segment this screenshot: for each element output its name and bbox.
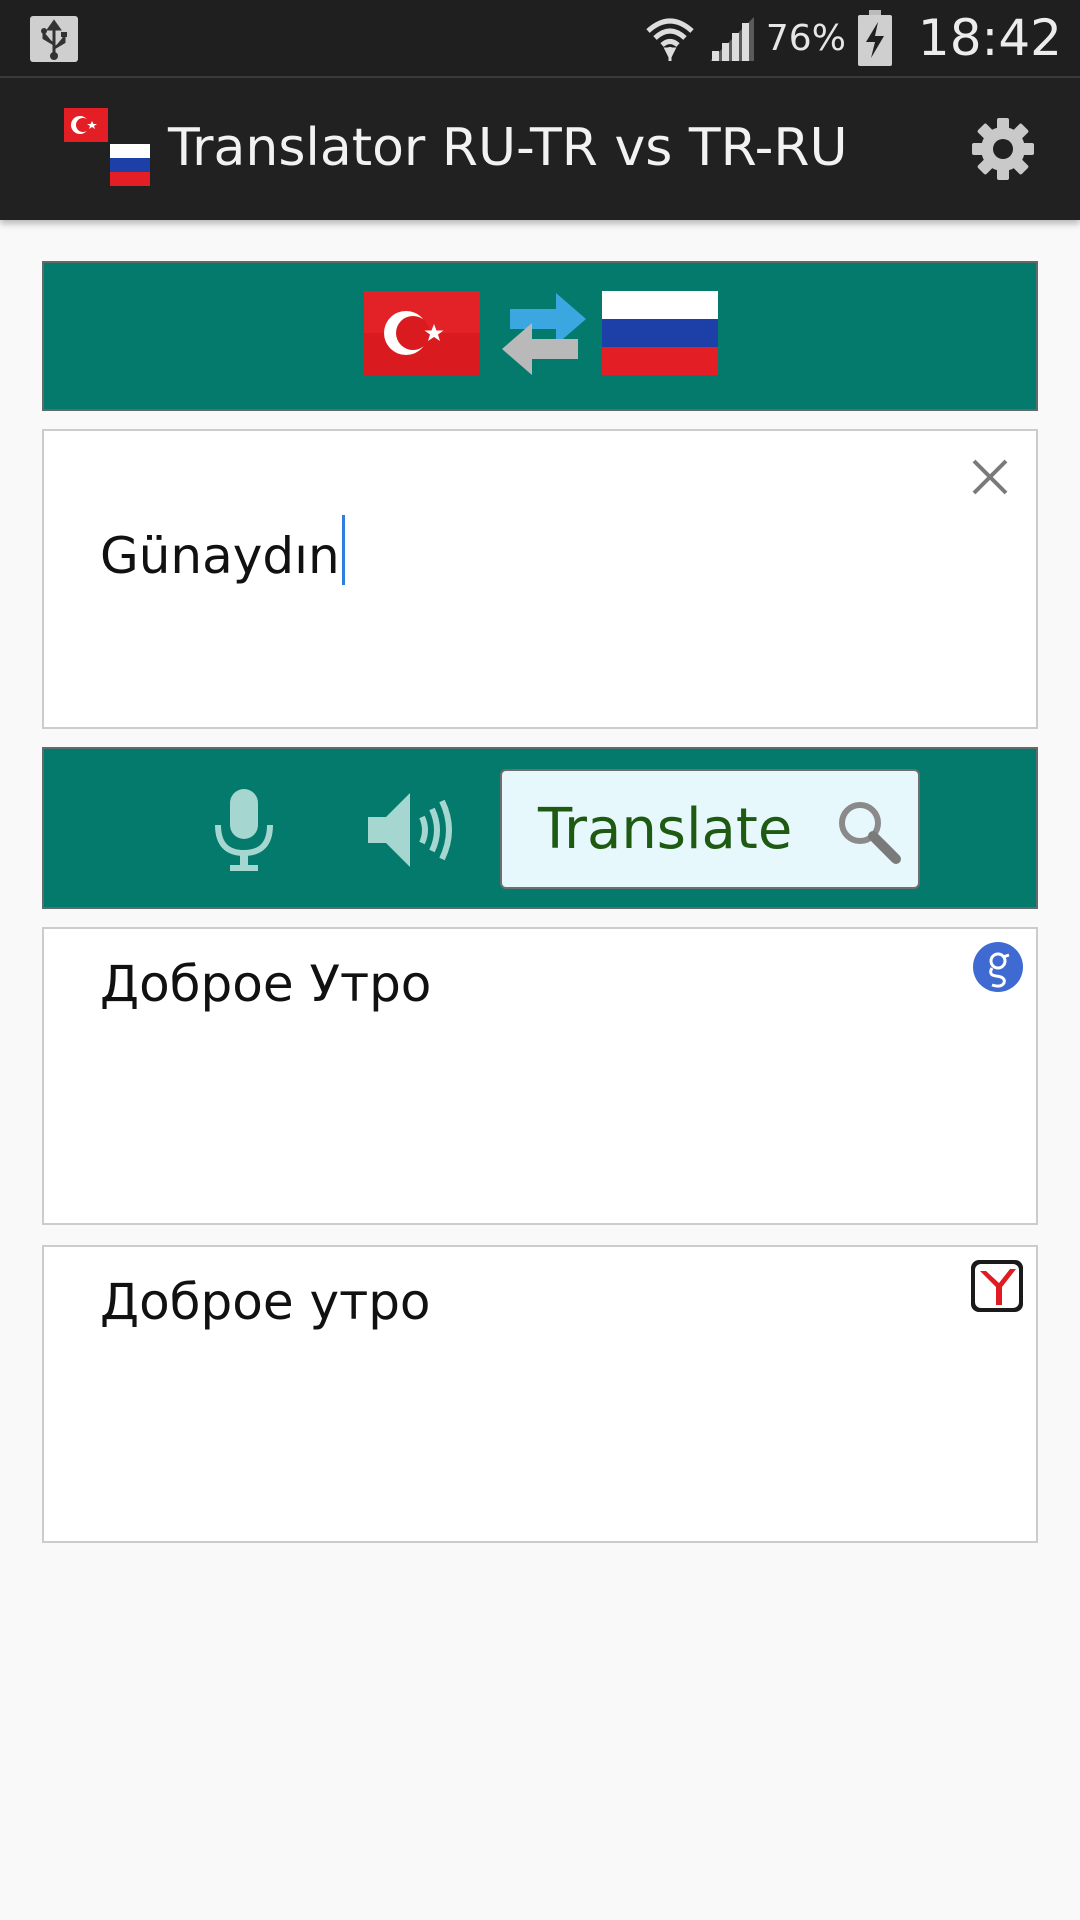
translate-label: Translate <box>538 797 793 862</box>
gear-icon[interactable] <box>970 116 1036 182</box>
close-icon[interactable] <box>966 453 1014 501</box>
yandex-icon[interactable] <box>970 1259 1024 1313</box>
yandex-result-panel: Доброе утро <box>42 1245 1038 1543</box>
usb-icon <box>30 16 78 62</box>
action-toolbar: Translate <box>42 747 1038 909</box>
battery-percent: 76% <box>765 17 846 59</box>
wifi-icon <box>646 18 694 61</box>
yandex-translation-text: Доброе утро <box>100 1273 431 1331</box>
translate-button[interactable]: Translate <box>500 769 920 889</box>
google-result-panel: Доброе Утро <box>42 927 1038 1225</box>
microphone-icon[interactable] <box>208 785 280 875</box>
speaker-icon[interactable] <box>362 783 458 877</box>
flags-app-icon <box>64 108 150 186</box>
status-bar: 76% 18:42 <box>0 0 1080 76</box>
swap-arrows-icon[interactable] <box>496 287 592 379</box>
text-caret <box>341 515 345 585</box>
battery-charging-icon <box>857 10 892 66</box>
russia-flag-icon[interactable] <box>602 291 718 375</box>
clock: 18:42 <box>917 9 1062 67</box>
search-icon <box>839 802 901 864</box>
language-bar <box>42 261 1038 411</box>
source-text-value[interactable]: Günaydın <box>100 515 345 585</box>
app-bar: Translator RU-TR vs TR-RU <box>0 76 1080 220</box>
turkey-flag-icon[interactable] <box>364 291 480 375</box>
source-text-input[interactable]: Günaydın <box>42 429 1038 729</box>
google-translation-text: Доброе Утро <box>100 955 432 1013</box>
app-title: Translator RU-TR vs TR-RU <box>168 118 848 178</box>
google-icon[interactable] <box>972 941 1024 993</box>
signal-icon <box>709 17 754 61</box>
